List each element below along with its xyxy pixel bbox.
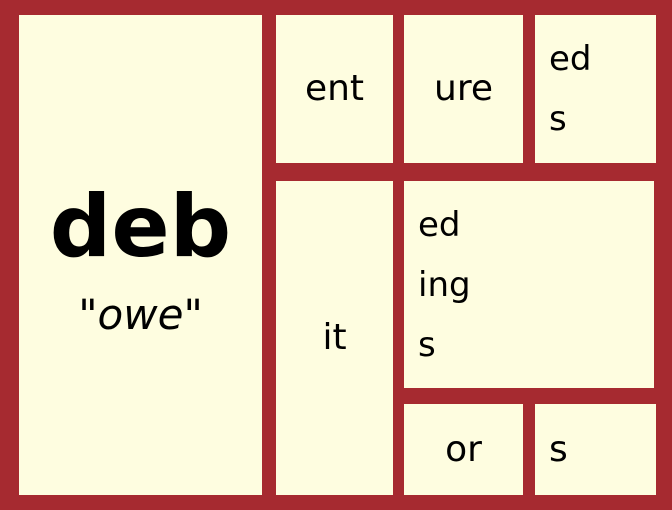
suffix-label: ure	[434, 68, 493, 109]
suffix-cell-or: or	[404, 404, 523, 495]
suffix-label: s	[549, 99, 567, 139]
root-cell: deb "owe"	[19, 15, 262, 495]
suffix-cell-s: s	[535, 404, 656, 495]
suffix-label: it	[322, 317, 347, 358]
suffix-label: s	[418, 324, 436, 365]
suffix-label: ed	[549, 39, 592, 79]
suffix-cell-ed-s: ed s	[535, 15, 656, 163]
suffix-label: ing	[418, 264, 471, 305]
suffix-label: or	[445, 428, 482, 470]
suffix-label: s	[549, 428, 568, 470]
root-meaning: "owe"	[78, 289, 203, 339]
suffix-label: ent	[304, 68, 365, 109]
suffix-cell-ure: ure	[404, 15, 523, 163]
word-family-board: deb "owe" ent ure ed s it ed ing s or s	[0, 0, 672, 510]
suffix-cell-ed-ing-s: ed ing s	[404, 181, 654, 388]
suffix-cell-it: it	[276, 181, 393, 495]
suffix-label: ed	[418, 204, 461, 245]
suffix-cell-ent: ent	[276, 15, 393, 163]
root-word: deb	[49, 176, 232, 277]
